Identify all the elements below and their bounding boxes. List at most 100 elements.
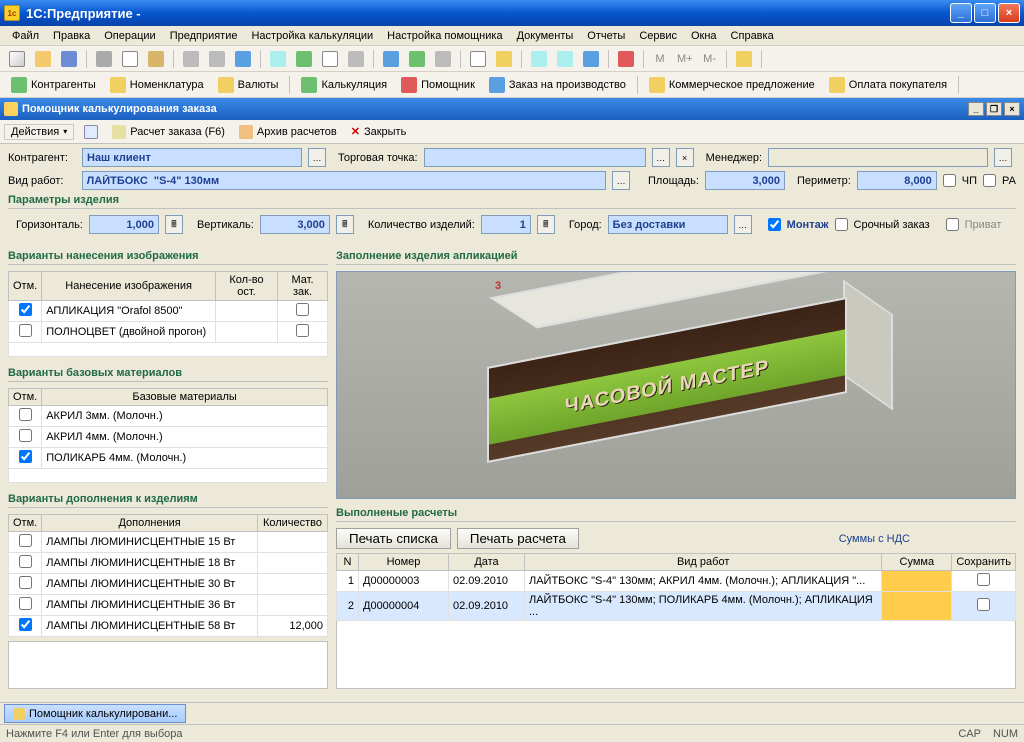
- tb-copy[interactable]: [119, 49, 141, 69]
- urgent-checkbox[interactable]: [835, 218, 848, 231]
- tb-open[interactable]: [32, 49, 54, 69]
- calc-table[interactable]: N Номер Дата Вид работ Сумма Сохранить 1…: [336, 553, 1016, 621]
- counterparty-pick[interactable]: …: [308, 148, 326, 167]
- row-save-checkbox[interactable]: [977, 598, 990, 611]
- menu-help[interactable]: Справка: [725, 28, 780, 44]
- perim-input[interactable]: [857, 171, 937, 190]
- area-input[interactable]: [705, 171, 785, 190]
- calc-order-button[interactable]: Расчет заказа (F6): [108, 124, 229, 140]
- close-button[interactable]: ✕Закрыть: [347, 124, 411, 139]
- qty-input[interactable]: [481, 215, 531, 234]
- bm-payment[interactable]: Оплата покупателя: [824, 75, 952, 95]
- city-pick[interactable]: …: [734, 215, 752, 234]
- manager-input[interactable]: [768, 148, 988, 167]
- point-input[interactable]: [424, 148, 646, 167]
- point-clear[interactable]: ×: [676, 148, 694, 167]
- menu-documents[interactable]: Документы: [511, 28, 580, 44]
- help-button[interactable]: [80, 124, 102, 140]
- child-restore[interactable]: ❐: [986, 102, 1002, 116]
- tb-m[interactable]: M: [650, 49, 670, 69]
- row-checkbox[interactable]: [19, 576, 32, 589]
- table-row[interactable]: ПОЛИКАРБ 4мм. (Молочн.): [9, 448, 328, 469]
- bm-calculation[interactable]: Калькуляция: [296, 75, 392, 95]
- row-mat-checkbox[interactable]: [296, 324, 309, 337]
- mount-checkbox[interactable]: [768, 218, 781, 231]
- row-mat-checkbox[interactable]: [296, 303, 309, 316]
- row-checkbox[interactable]: [19, 429, 32, 442]
- tb-cut[interactable]: [93, 49, 115, 69]
- tb-redo[interactable]: [206, 49, 228, 69]
- row-checkbox[interactable]: [19, 450, 32, 463]
- additions-table[interactable]: Отм. Дополнения Количество ЛАМПЫ ЛЮМИНИС…: [8, 514, 328, 637]
- manager-pick[interactable]: …: [994, 148, 1012, 167]
- table-row[interactable]: АПЛИКАЦИЯ "Orafol 8500": [9, 301, 328, 322]
- tb-btn9[interactable]: [493, 49, 515, 69]
- tb-btn13[interactable]: [615, 49, 637, 69]
- tb-mplus[interactable]: M+: [674, 49, 696, 69]
- table-row[interactable]: 2 Д00000004 02.09.2010 ЛАЙТБОКС "S-4" 13…: [337, 592, 1016, 621]
- print-list-button[interactable]: Печать списка: [336, 528, 451, 549]
- tb-paste[interactable]: [145, 49, 167, 69]
- menu-calc-settings[interactable]: Настройка калькуляции: [245, 28, 379, 44]
- archive-button[interactable]: Архив расчетов: [235, 124, 341, 140]
- tb-mminus[interactable]: M-: [700, 49, 720, 69]
- window-minimize-button[interactable]: _: [950, 3, 972, 23]
- tb-btn7[interactable]: [432, 49, 454, 69]
- menu-enterprise[interactable]: Предприятие: [164, 28, 244, 44]
- tb-new[interactable]: [6, 49, 28, 69]
- menu-edit[interactable]: Правка: [47, 28, 96, 44]
- tb-save[interactable]: [58, 49, 80, 69]
- tb-btn10[interactable]: [528, 49, 550, 69]
- vert-calc[interactable]: 🖩: [336, 215, 354, 234]
- bm-counterparties[interactable]: Контрагенты: [6, 75, 101, 95]
- private-checkbox[interactable]: [946, 218, 959, 231]
- window-close-button[interactable]: ×: [998, 3, 1020, 23]
- row-checkbox[interactable]: [19, 597, 32, 610]
- bm-nomenclature[interactable]: Номенклатура: [105, 75, 209, 95]
- work-input[interactable]: [82, 171, 607, 190]
- table-row[interactable]: АКРИЛ 3мм. (Молочн.): [9, 406, 328, 427]
- horiz-input[interactable]: [89, 215, 159, 234]
- tb-btn6[interactable]: [406, 49, 428, 69]
- row-checkbox[interactable]: [19, 303, 32, 316]
- ra-checkbox[interactable]: [983, 174, 996, 187]
- table-row[interactable]: ЛАМПЫ ЛЮМИНИСЦЕНТНЫЕ 58 Вт12,000: [9, 616, 328, 637]
- print-calc-button[interactable]: Печать расчета: [457, 528, 579, 549]
- img-variants-table[interactable]: Отм. Нанесение изображения Кол-во ост. М…: [8, 271, 328, 357]
- row-save-checkbox[interactable]: [977, 573, 990, 586]
- base-materials-table[interactable]: Отм. Базовые материалы АКРИЛ 3мм. (Молоч…: [8, 388, 328, 483]
- tb-btn8[interactable]: [467, 49, 489, 69]
- chp-checkbox[interactable]: [943, 174, 956, 187]
- table-row[interactable]: ЛАМПЫ ЛЮМИНИСЦЕНТНЫЕ 15 Вт: [9, 532, 328, 553]
- table-row[interactable]: ЛАМПЫ ЛЮМИНИСЦЕНТНЫЕ 18 Вт: [9, 553, 328, 574]
- tb-btn3[interactable]: [319, 49, 341, 69]
- tb-btn12[interactable]: [580, 49, 602, 69]
- row-checkbox[interactable]: [19, 534, 32, 547]
- menu-operations[interactable]: Операции: [98, 28, 161, 44]
- bm-helper[interactable]: Помощник: [396, 75, 480, 95]
- bm-offer[interactable]: Коммерческое предложение: [644, 75, 820, 95]
- child-minimize[interactable]: _: [968, 102, 984, 116]
- tb-btn4[interactable]: [345, 49, 367, 69]
- tb-btn5[interactable]: [380, 49, 402, 69]
- actions-dropdown[interactable]: Действия: [4, 124, 74, 140]
- menu-helper-settings[interactable]: Настройка помощника: [381, 28, 508, 44]
- qty-calc[interactable]: 🖩: [537, 215, 555, 234]
- vert-input[interactable]: [260, 215, 330, 234]
- row-checkbox[interactable]: [19, 618, 32, 631]
- window-maximize-button[interactable]: □: [974, 3, 996, 23]
- tb-find[interactable]: [232, 49, 254, 69]
- tb-btn2[interactable]: [293, 49, 315, 69]
- horiz-calc[interactable]: 🖩: [165, 215, 183, 234]
- tb-undo[interactable]: [180, 49, 202, 69]
- counterparty-input[interactable]: [82, 148, 302, 167]
- table-row[interactable]: ПОЛНОЦВЕТ (двойной прогон): [9, 322, 328, 343]
- city-input[interactable]: [608, 215, 728, 234]
- table-row[interactable]: АКРИЛ 4мм. (Молочн.): [9, 427, 328, 448]
- task-tab[interactable]: Помощник калькулировани...: [4, 704, 186, 723]
- row-checkbox[interactable]: [19, 408, 32, 421]
- child-close[interactable]: ×: [1004, 102, 1020, 116]
- menu-windows[interactable]: Окна: [685, 28, 723, 44]
- table-row[interactable]: ЛАМПЫ ЛЮМИНИСЦЕНТНЫЕ 36 Вт: [9, 595, 328, 616]
- bm-order[interactable]: Заказ на производство: [484, 75, 631, 95]
